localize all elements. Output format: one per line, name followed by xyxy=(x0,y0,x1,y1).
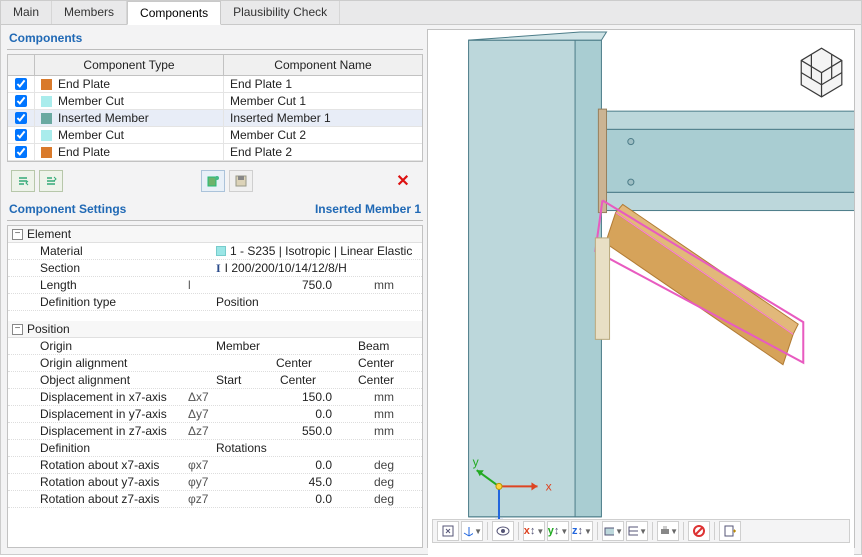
row-name: Member Cut 2 xyxy=(224,127,422,143)
left-column: Components Component Type Component Name… xyxy=(7,29,423,548)
table-row[interactable]: Inserted Member Inserted Member 1 xyxy=(8,110,422,127)
color-swatch-icon xyxy=(41,147,52,158)
vp-detach-button[interactable] xyxy=(719,521,741,541)
vp-print-button[interactable]: ▼ xyxy=(657,521,679,541)
vp-render-mode-button[interactable]: ▼ xyxy=(602,521,624,541)
vp-y-axis-button[interactable]: y↕▼ xyxy=(547,521,569,541)
viewport-3d[interactable]: x y z ▼ x↕▼ y↕▼ z↕▼ ▼ ▼ ▼ xyxy=(427,29,855,548)
collapse-icon: − xyxy=(12,229,23,240)
prop-origin-alignment[interactable]: Origin alignment Center Center xyxy=(8,355,422,372)
settings-subject: Inserted Member 1 xyxy=(315,202,421,216)
vp-view-button[interactable] xyxy=(492,521,514,541)
prop-object-alignment[interactable]: Object alignment StartCenter Center xyxy=(8,372,422,389)
row-type: End Plate xyxy=(58,77,110,91)
tab-components[interactable]: Components xyxy=(127,1,221,25)
prop-disp-z[interactable]: Displacement in z7-axis Δz7 550.0 mm xyxy=(8,423,422,440)
model-render: x y z xyxy=(428,30,854,557)
axis-y-label: y xyxy=(473,455,480,469)
color-swatch-icon xyxy=(41,96,52,107)
row-checkbox[interactable] xyxy=(15,129,27,141)
vp-wireframe-button[interactable]: ▼ xyxy=(626,521,648,541)
library-button[interactable] xyxy=(201,170,225,192)
prop-rot-x[interactable]: Rotation about x7-axis φx7 0.0 deg xyxy=(8,457,422,474)
tab-main[interactable]: Main xyxy=(1,1,52,24)
i-section-icon: I xyxy=(216,261,221,276)
tab-members[interactable]: Members xyxy=(52,1,127,24)
table-row[interactable]: End Plate End Plate 2 xyxy=(8,144,422,161)
axis-x-label: x xyxy=(546,479,552,493)
prop-length[interactable]: Length l 750.0 mm xyxy=(8,277,422,294)
vp-z-axis-button[interactable]: z↕▼ xyxy=(571,521,593,541)
row-type: Inserted Member xyxy=(58,111,149,125)
color-swatch-icon xyxy=(41,113,52,124)
delete-button[interactable]: ✕ xyxy=(391,170,415,192)
prop-disp-x[interactable]: Displacement in x7-axis Δx7 150.0 mm xyxy=(8,389,422,406)
prop-definition[interactable]: Definition Rotations xyxy=(8,440,422,457)
prop-material[interactable]: Material 1 - S235 | Isotropic | Linear E… xyxy=(8,243,422,260)
viewport-toolbar: ▼ x↕▼ y↕▼ z↕▼ ▼ ▼ ▼ xyxy=(432,519,850,543)
components-title: Components xyxy=(7,29,423,50)
color-swatch-icon xyxy=(41,79,52,90)
col-component-name[interactable]: Component Name xyxy=(224,55,422,75)
color-swatch-icon xyxy=(41,130,52,141)
components-table: Component Type Component Name End PlateE… xyxy=(7,54,423,162)
row-name: End Plate 2 xyxy=(224,144,422,160)
row-type: End Plate xyxy=(58,145,110,159)
vp-axis-button[interactable]: ▼ xyxy=(461,521,483,541)
vp-fit-button[interactable] xyxy=(437,521,459,541)
content-area: Components Component Type Component Name… xyxy=(1,25,861,554)
app-window: Main Members Components Plausibility Che… xyxy=(0,0,862,555)
settings-title-label: Component Settings xyxy=(9,202,126,216)
row-name: End Plate 1 xyxy=(224,76,422,92)
move-up-button[interactable] xyxy=(11,170,35,192)
vp-x-axis-button[interactable]: x↕▼ xyxy=(523,521,545,541)
row-name: Member Cut 1 xyxy=(224,93,422,109)
close-icon: ✕ xyxy=(396,171,409,191)
group-position[interactable]: − Position xyxy=(8,321,422,338)
settings-grid: − Element Material 1 - S235 | Isotropic … xyxy=(7,225,423,548)
components-toolbar: ✕ xyxy=(7,166,423,196)
row-checkbox[interactable] xyxy=(15,95,27,107)
components-header: Component Type Component Name xyxy=(8,55,422,76)
row-checkbox[interactable] xyxy=(15,78,27,90)
row-checkbox[interactable] xyxy=(15,146,27,158)
save-component-button[interactable] xyxy=(229,170,253,192)
prop-deftype[interactable]: Definition type Position xyxy=(8,294,422,311)
prop-disp-y[interactable]: Displacement in y7-axis Δy7 0.0 mm xyxy=(8,406,422,423)
prop-rot-y[interactable]: Rotation about y7-axis φy7 45.0 deg xyxy=(8,474,422,491)
tab-plausibility[interactable]: Plausibility Check xyxy=(221,1,340,24)
col-component-type[interactable]: Component Type xyxy=(34,55,224,75)
settings-title: Component Settings Inserted Member 1 xyxy=(7,200,423,221)
vp-cancel-button[interactable] xyxy=(688,521,710,541)
group-element[interactable]: − Element xyxy=(8,226,422,243)
table-row[interactable]: End Plate End Plate 1 xyxy=(8,76,422,93)
prop-origin[interactable]: Origin Member Beam xyxy=(8,338,422,355)
prop-section[interactable]: Section II 200/200/10/14/12/8/H xyxy=(8,260,422,277)
collapse-icon: − xyxy=(12,324,23,335)
row-checkbox[interactable] xyxy=(15,112,27,124)
table-row[interactable]: Member Cut Member Cut 1 xyxy=(8,93,422,110)
row-type: Member Cut xyxy=(58,94,124,108)
material-swatch-icon xyxy=(216,246,226,256)
row-type: Member Cut xyxy=(58,128,124,142)
move-down-button[interactable] xyxy=(39,170,63,192)
prop-rot-z[interactable]: Rotation about z7-axis φz7 0.0 deg xyxy=(8,491,422,508)
row-name: Inserted Member 1 xyxy=(224,110,422,126)
table-row[interactable]: Member Cut Member Cut 2 xyxy=(8,127,422,144)
tabbar: Main Members Components Plausibility Che… xyxy=(1,1,861,25)
